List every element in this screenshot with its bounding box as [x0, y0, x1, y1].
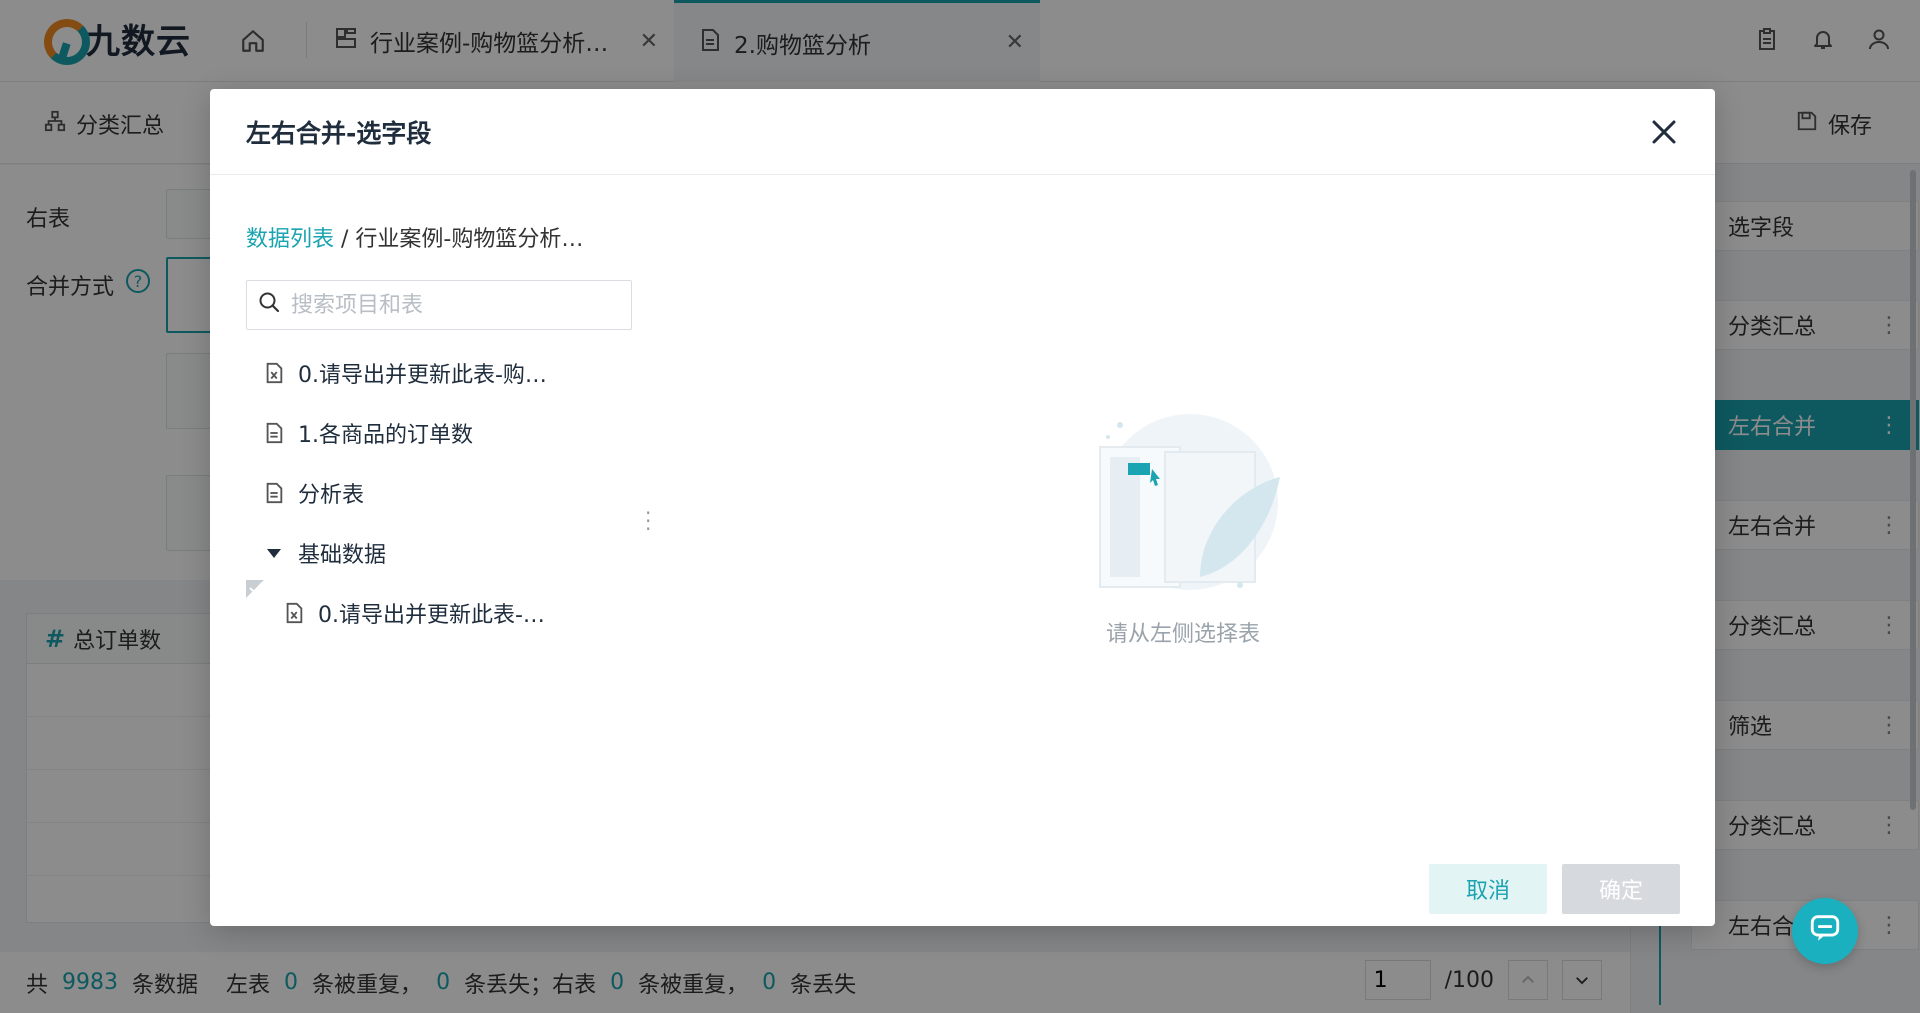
empty-state-illustration-icon	[1070, 407, 1290, 597]
tree-item-label: 分析表	[298, 483, 365, 508]
tree-folder-basic-data[interactable]: 基础数据	[262, 537, 386, 569]
excel-table-icon	[282, 601, 306, 625]
selection-corner-icon	[246, 579, 264, 598]
tree-item-label: 基础数据	[298, 543, 387, 568]
tree-item-table[interactable]: 0.请导出并更新此表-购…	[262, 357, 547, 389]
tree-item-table[interactable]: 1.各商品的订单数	[262, 417, 473, 449]
chat-support-icon	[1808, 911, 1842, 951]
customer-service-button[interactable]	[1792, 898, 1858, 964]
resize-handle-icon[interactable]: · · ·	[645, 503, 651, 539]
breadcrumb: 数据列表 / 行业案例-购物篮分析…	[246, 221, 583, 253]
select-fields-dialog: 左右合并-选字段 数据列表 / 行业案例-购物篮分析… 0.请导出并更新此表-购…	[210, 89, 1715, 926]
search-icon	[257, 290, 281, 320]
tree-item-label: 1.各商品的订单数	[298, 423, 473, 448]
tree-item-table[interactable]: 0.请导出并更新此表-…	[282, 597, 545, 629]
tree-item-table[interactable]: 分析表	[262, 477, 364, 509]
caret-down-icon[interactable]	[262, 541, 286, 565]
dialog-header: 左右合并-选字段	[210, 89, 1715, 175]
search-input[interactable]	[291, 292, 611, 318]
table-icon	[262, 421, 286, 445]
excel-table-icon	[262, 361, 286, 385]
breadcrumb-separator: /	[334, 227, 356, 252]
empty-state-text: 请从左侧选择表	[1105, 622, 1260, 647]
table-icon	[262, 481, 286, 505]
tree-item-label: 0.请导出并更新此表-…	[318, 603, 545, 628]
search-box	[246, 280, 632, 330]
dialog-title: 左右合并-选字段	[246, 118, 432, 148]
breadcrumb-data-list-link[interactable]: 数据列表	[246, 227, 334, 252]
cancel-button[interactable]: 取消	[1429, 864, 1547, 914]
close-icon[interactable]	[1649, 117, 1679, 147]
confirm-button[interactable]: 确定	[1562, 864, 1680, 914]
breadcrumb-current: 行业案例-购物篮分析…	[355, 227, 584, 252]
tree-item-label: 0.请导出并更新此表-购…	[298, 363, 547, 388]
